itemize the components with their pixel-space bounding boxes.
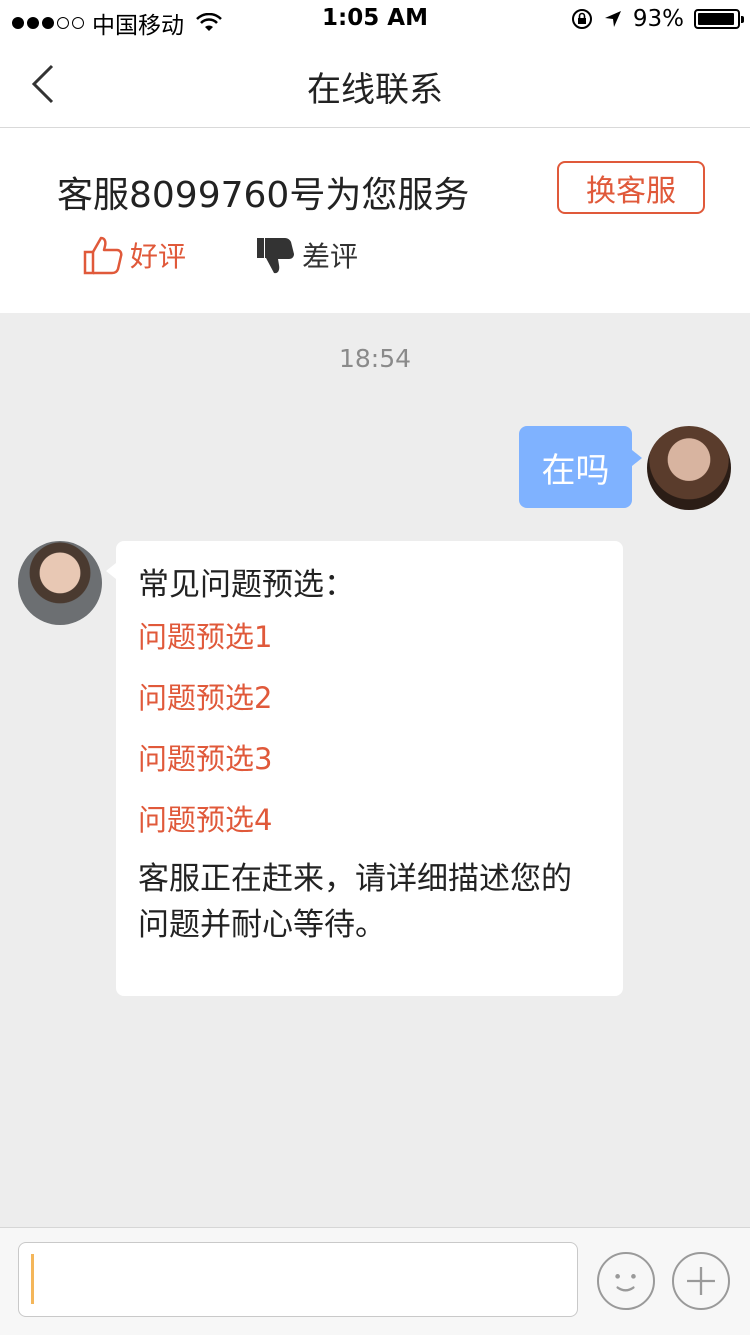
page-title: 在线联系 <box>307 70 443 110</box>
user-message-bubble: 在吗 <box>519 426 642 508</box>
user-avatar[interactable] <box>647 426 731 510</box>
service-agent-title: 客服8099760号为您服务 <box>57 175 470 216</box>
plus-icon[interactable] <box>672 1252 730 1310</box>
faq-option-2[interactable]: 问题预选2 <box>138 678 601 718</box>
bad-rating-button[interactable]: 差评 <box>254 234 358 276</box>
battery-icon <box>694 9 744 29</box>
agent-message-bubble: 常见问题预选： 问题预选1 问题预选2 问题预选3 问题预选4 客服正在赶来，请… <box>106 541 623 996</box>
agent-avatar[interactable] <box>18 541 102 625</box>
good-rating-label: 好评 <box>130 240 187 273</box>
faq-option-1[interactable]: 问题预选1 <box>138 617 601 657</box>
faq-option-3[interactable]: 问题预选3 <box>138 739 601 779</box>
switch-agent-button[interactable]: 换客服 <box>557 161 705 214</box>
faq-heading: 常见问题预选： <box>138 567 355 603</box>
location-arrow-icon <box>604 11 621 27</box>
status-bar: 中国移动 1:05 AM 93% <box>0 0 750 40</box>
emoji-icon[interactable] <box>597 1252 655 1310</box>
agent-waiting-note: 客服正在赶来，请详细描述您的问题并耐心等待。 <box>138 861 572 943</box>
message-timestamp: 18:54 <box>338 344 412 373</box>
message-input[interactable] <box>18 1242 578 1317</box>
thumbs-up-icon <box>83 236 123 275</box>
rotation-lock-icon <box>571 9 592 29</box>
faq-option-4[interactable]: 问题预选4 <box>138 800 601 840</box>
text-caret <box>31 1254 34 1304</box>
battery-percent: 93% <box>632 6 684 32</box>
thumbs-down-icon <box>257 238 294 274</box>
good-rating-button[interactable]: 好评 <box>82 234 186 276</box>
input-bar <box>0 1227 750 1335</box>
bad-rating-label: 差评 <box>302 240 359 273</box>
nav-bar: 在线联系 <box>0 40 750 128</box>
service-header: 客服8099760号为您服务 换客服 好评 差评 <box>0 128 750 313</box>
